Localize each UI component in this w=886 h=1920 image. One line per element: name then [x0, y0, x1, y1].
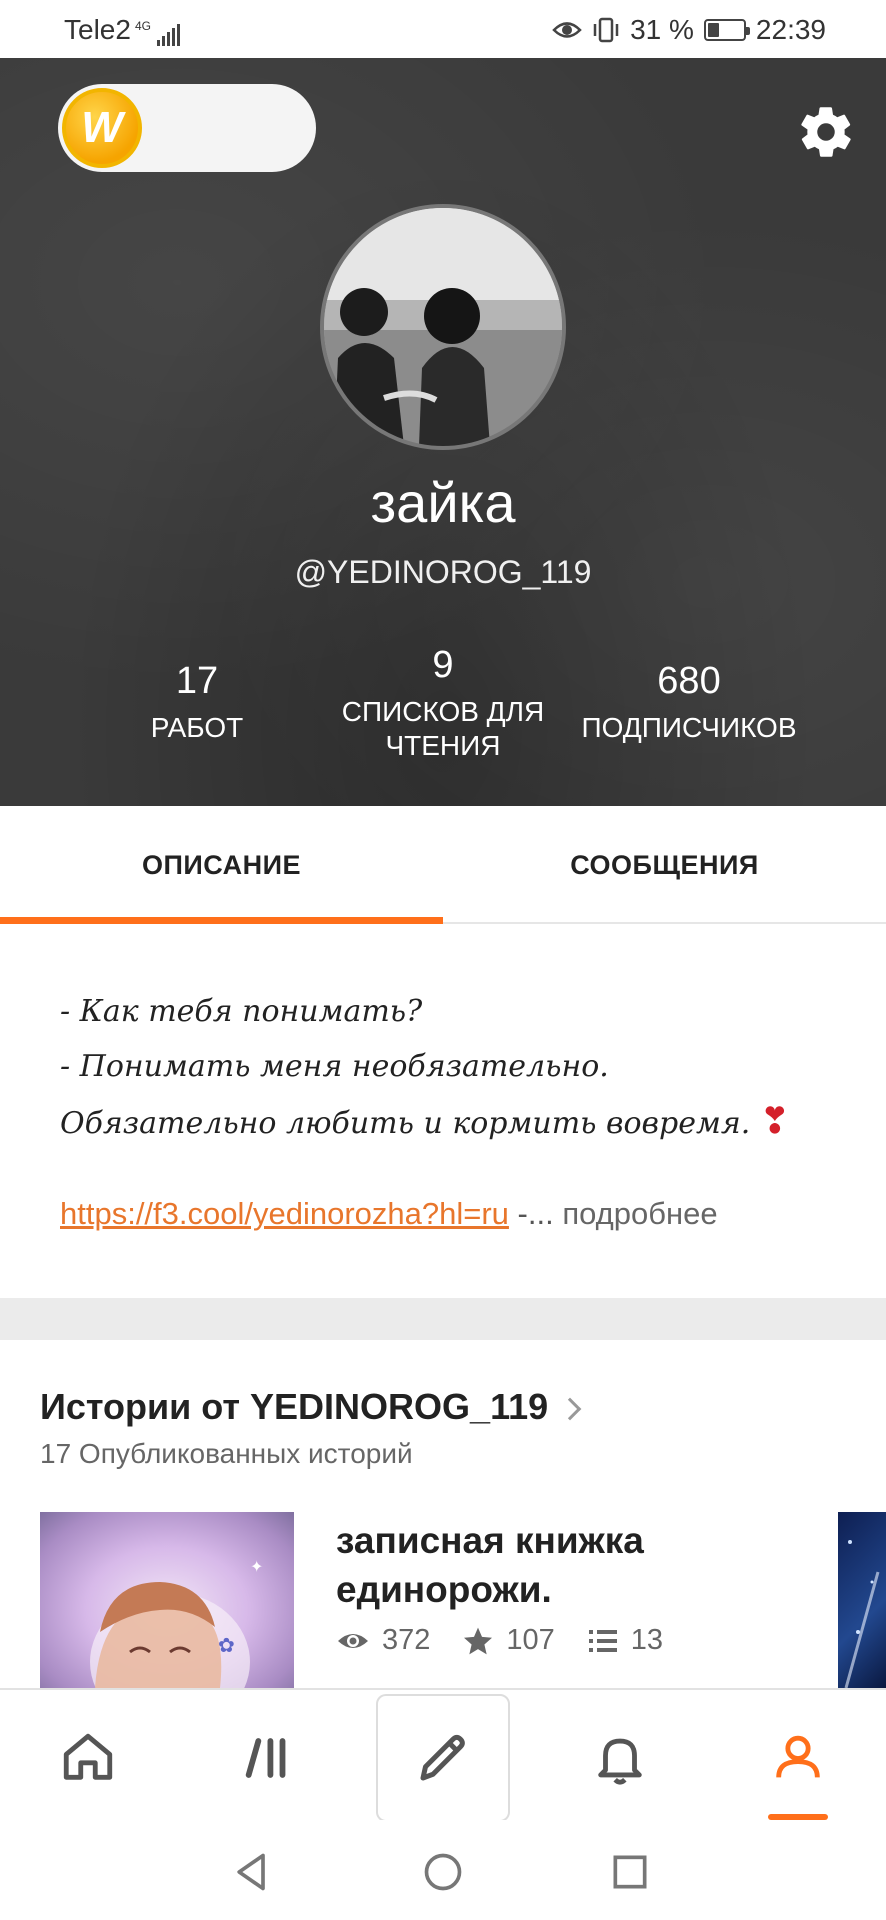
- story-cover[interactable]: ✿ ✦: [40, 1512, 294, 1688]
- home-circle-icon: [424, 1853, 462, 1891]
- story-title-line-1: записная книжка: [336, 1520, 644, 1561]
- tab-description-label: ОПИСАНИЕ: [141, 849, 302, 880]
- back-button[interactable]: [228, 1848, 276, 1896]
- profile-username: @YEDINOROG_119: [294, 554, 592, 590]
- battery-percent: 31 %: [630, 14, 694, 45]
- status-right: 31 % 22:39: [552, 14, 826, 46]
- vibrate-icon: [593, 17, 619, 43]
- description-link-suffix: -...: [508, 1196, 554, 1231]
- description-link-line: https://f3.cool/yedinorozha?hl=ru -... п…: [60, 1196, 718, 1232]
- chevron-right-icon: [558, 1398, 582, 1421]
- profile-header: W зайка @YEDINOROG_119 17 РАБОТ 9 СПИСКО…: [0, 58, 886, 806]
- list-icon: [588, 1629, 617, 1652]
- avatar-photo: [324, 208, 562, 446]
- stories-section-title[interactable]: Истории от YEDINOROG_119: [40, 1386, 582, 1428]
- profile-description: - Как тебя понимать? - Понимать меня нео…: [60, 984, 840, 1151]
- clock: 22:39: [755, 14, 826, 45]
- stat-followers-value: 680: [657, 660, 721, 702]
- system-navigation-bar: [0, 1820, 886, 1920]
- library-icon: [245, 1738, 286, 1778]
- recents-icon: [613, 1855, 647, 1889]
- next-story-cover[interactable]: [838, 1512, 886, 1688]
- story-title-line-2: единорожи.: [336, 1569, 552, 1610]
- recents-button[interactable]: [606, 1848, 654, 1896]
- stat-reading-lists[interactable]: 9 СПИСКОВ ДЛЯ ЧТЕНИЯ: [322, 644, 564, 763]
- next-story-cover-art: [844, 1540, 880, 1688]
- profile-icon: [776, 1735, 820, 1778]
- profile-display-name: зайка: [370, 471, 516, 534]
- nav-notifications[interactable]: [572, 1710, 668, 1806]
- stat-reading-lists-value: 9: [432, 644, 454, 686]
- description-link[interactable]: https://f3.cool/yedinorozha?hl=ru: [60, 1196, 509, 1231]
- status-bar: Tele2 4G 31 % 22:39: [0, 0, 886, 58]
- nav-profile[interactable]: [750, 1710, 846, 1806]
- stat-reading-lists-label-1: СПИСКОВ ДЛЯ: [341, 696, 545, 727]
- home-icon: [63, 1733, 113, 1780]
- notifications-icon: [598, 1738, 642, 1785]
- nav-library[interactable]: [220, 1710, 316, 1806]
- stories-title-text: Истории от YEDINOROG_119: [40, 1386, 549, 1427]
- heart-icon: ❣: [759, 1101, 790, 1142]
- coin-wallet-toggle[interactable]: W: [58, 84, 316, 172]
- network-type: 4G: [134, 19, 151, 33]
- description-line-3: Обязательно любить и кормить вовремя. ❣: [60, 1094, 840, 1151]
- bottom-navigation: [0, 1688, 886, 1822]
- battery-level: [707, 23, 719, 37]
- avatar[interactable]: [320, 204, 566, 450]
- stat-works-label: РАБОТ: [150, 712, 244, 743]
- stories-count: 17 Опубликованных историй: [40, 1438, 413, 1469]
- nav-write[interactable]: [376, 1694, 510, 1822]
- description-line-1: - Как тебя понимать?: [60, 994, 423, 1029]
- gear-icon[interactable]: [796, 102, 856, 162]
- coin-icon: W: [62, 88, 142, 168]
- write-icon: [420, 1734, 465, 1781]
- section-divider: [0, 1298, 886, 1340]
- stat-works[interactable]: 17 РАБОТ: [130, 660, 264, 745]
- story-title[interactable]: записная книжка единорожи.: [336, 1516, 806, 1614]
- svg-text:✦: ✦: [250, 1557, 263, 1576]
- signal-icon: [156, 24, 180, 46]
- eye-icon: [338, 1633, 368, 1648]
- carrier-name: Tele2: [64, 14, 131, 45]
- battery-icon: [703, 19, 750, 41]
- description-line-3-text: Обязательно любить и кормить вовремя.: [60, 1106, 751, 1141]
- profile-tabs: ОПИСАНИЕ СООБЩЕНИЯ: [0, 806, 886, 924]
- home-button[interactable]: [419, 1848, 467, 1896]
- story-stats: 372 107 13: [336, 1624, 663, 1657]
- svg-text:✿: ✿: [218, 1633, 235, 1657]
- stat-reading-lists-label-2: ЧТЕНИЯ: [385, 730, 501, 761]
- nav-home[interactable]: [40, 1710, 136, 1806]
- story-votes: 107: [506, 1624, 555, 1656]
- active-tab-indicator: [0, 917, 443, 924]
- status-left: Tele2 4G: [64, 14, 180, 46]
- back-icon: [237, 1853, 265, 1891]
- stat-works-value: 17: [175, 660, 219, 702]
- tab-messages[interactable]: СООБЩЕНИЯ: [443, 806, 886, 924]
- stat-followers-label: ПОДПИСЧИКОВ: [581, 712, 797, 743]
- story-views: 372: [382, 1624, 431, 1656]
- eye-comfort-icon: [552, 22, 582, 38]
- star-icon: [464, 1627, 493, 1654]
- story-cover-art: ✿ ✦: [90, 1557, 263, 1688]
- read-more-link[interactable]: подробнее: [554, 1196, 717, 1231]
- description-line-2: - Понимать меня необязательно.: [60, 1049, 609, 1084]
- story-parts: 13: [630, 1624, 664, 1656]
- stat-followers[interactable]: 680 ПОДПИСЧИКОВ: [576, 660, 802, 745]
- tab-messages-label: СООБЩЕНИЯ: [570, 849, 759, 880]
- tab-description[interactable]: ОПИСАНИЕ: [0, 806, 443, 924]
